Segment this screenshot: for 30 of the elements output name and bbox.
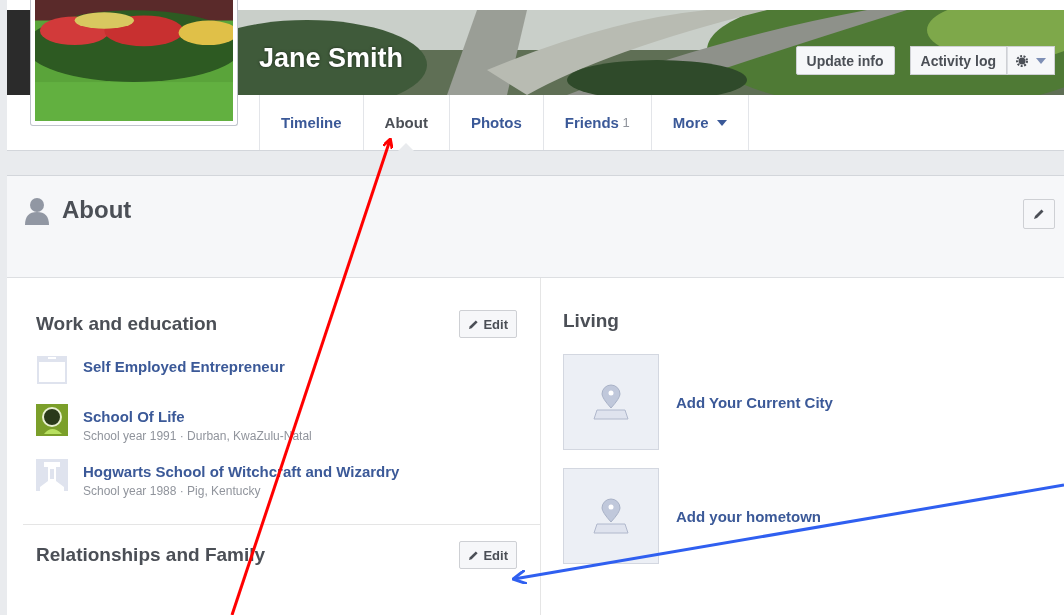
caret-icon [1036,57,1046,64]
map-pin-icon [592,384,630,420]
activity-log-button[interactable]: Activity log [909,46,1007,75]
pencil-icon [468,549,480,561]
map-pin-icon [592,498,630,534]
edit-button[interactable] [1023,199,1055,229]
profile-tab[interactable]: Timeline [259,95,363,150]
about-title: About [62,196,133,224]
section-title: Work and education [36,313,218,335]
add-place-link[interactable]: Add Your Current City [676,393,833,411]
pencil-icon [468,318,480,330]
settings-button[interactable] [1007,46,1055,75]
school-icon [36,459,68,491]
profile-tab[interactable]: Photos [448,95,543,150]
pencil-icon [1033,208,1045,220]
gear-icon [1016,54,1028,67]
add-place-link[interactable]: Add your hometown [676,507,821,525]
edit-button[interactable]: Edit [459,541,517,569]
school-logo-icon [36,404,68,436]
profile-name: Jane Smith [259,43,404,74]
item-link[interactable]: Self Employed Entrepreneur [83,358,285,375]
profile-tab[interactable]: About [362,95,449,150]
item-link[interactable]: School Of Life [83,408,312,425]
profile-tab[interactable]: More [650,95,749,150]
edit-button[interactable]: Edit [459,310,517,338]
person-icon [24,197,50,225]
update-info-button[interactable]: Update info [795,46,895,75]
section-title: Living [563,310,620,332]
item-detail: School year 1988 · Pig, Kentucky [83,484,262,498]
profile-tab[interactable]: Friends 1 [542,95,651,150]
